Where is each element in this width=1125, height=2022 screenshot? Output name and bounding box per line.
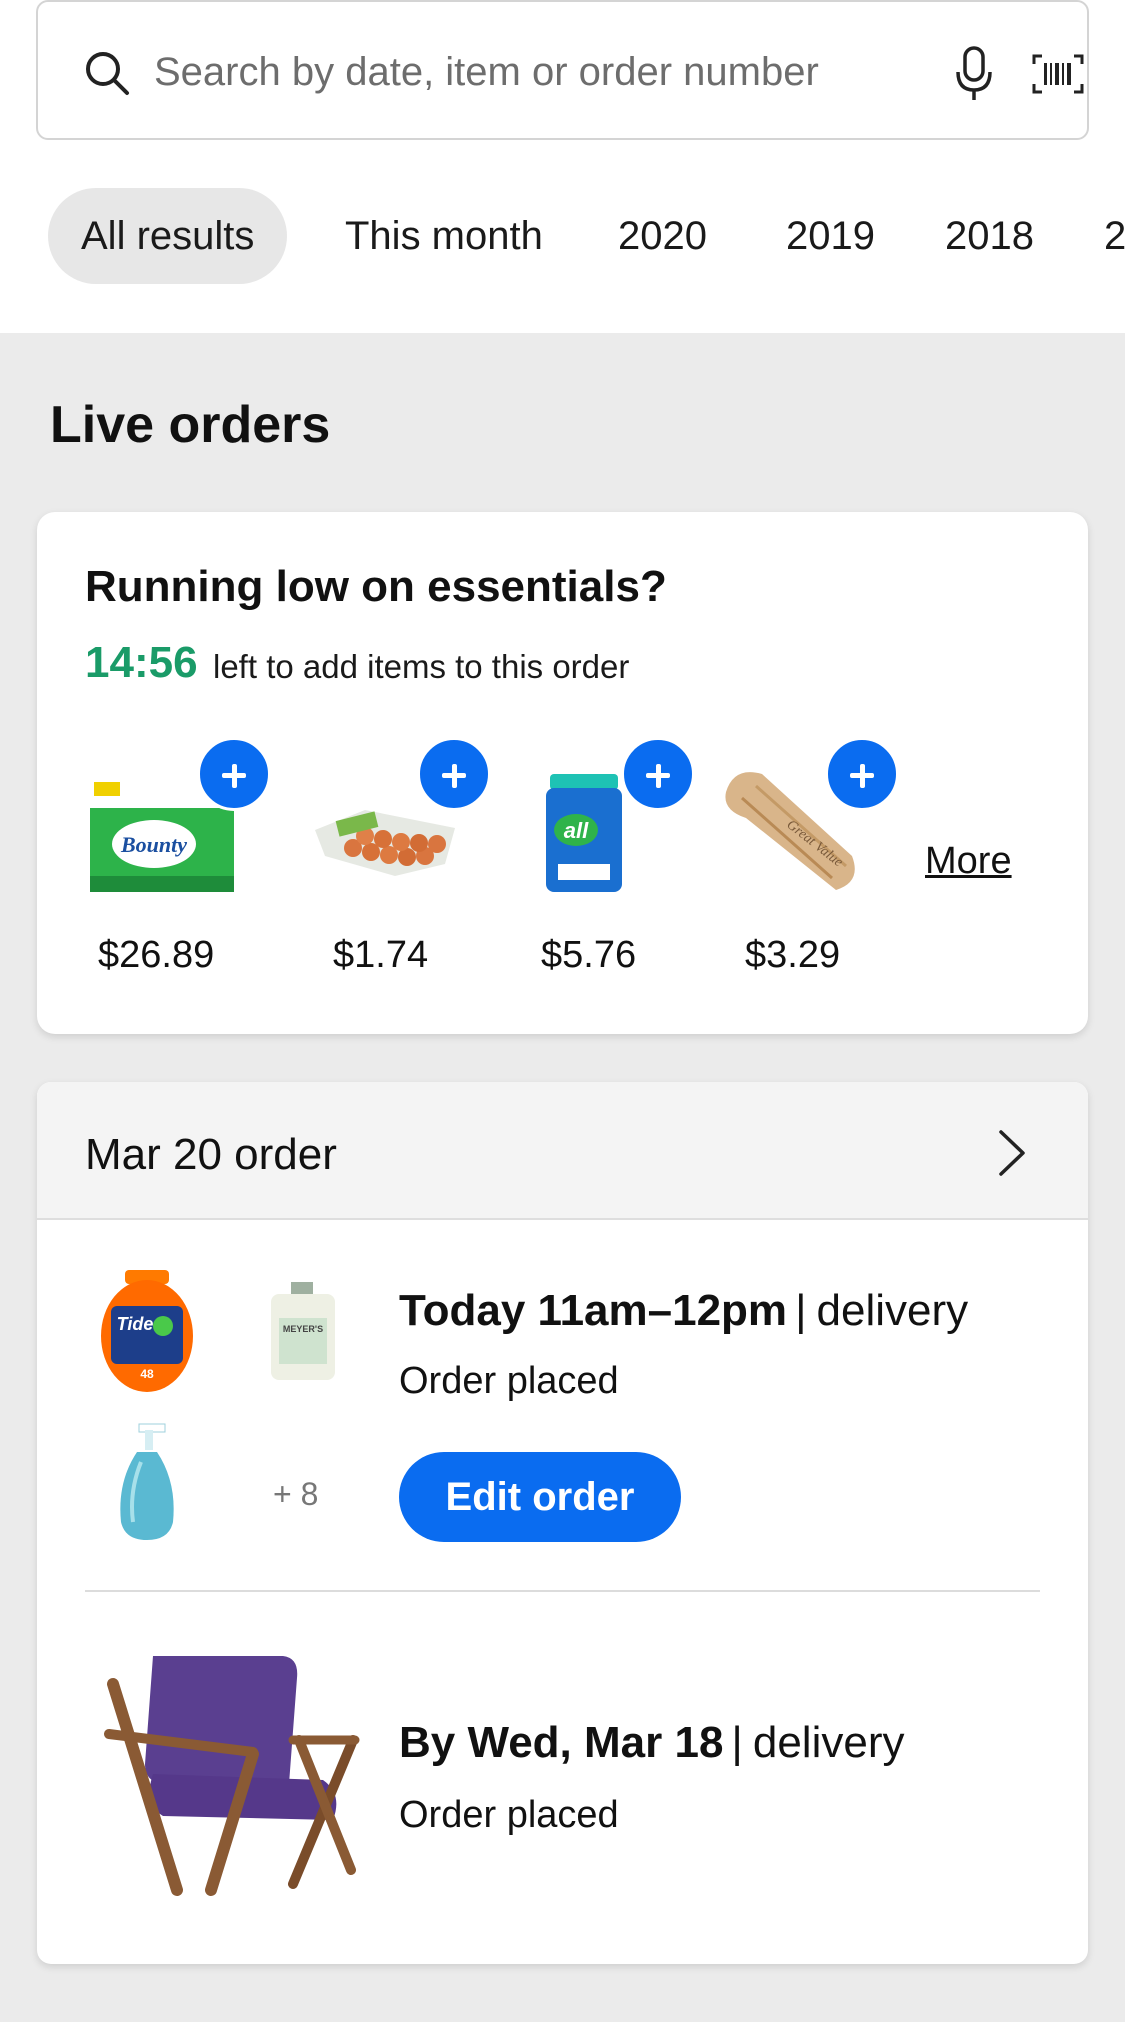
- price-laundry-detergent: $5.76: [541, 934, 637, 976]
- furniture-slot-separator: |: [731, 1718, 743, 1767]
- filter-chip-2018[interactable]: 2018: [912, 188, 1067, 284]
- countdown-note: left to add items to this order: [213, 648, 630, 685]
- search-icon[interactable]: [82, 48, 132, 98]
- live-orders-heading: Live orders: [50, 396, 331, 454]
- search-bar[interactable]: Search by date, item or order number: [36, 0, 1089, 140]
- essentials-title: Running low on essentials?: [85, 562, 667, 611]
- order-date-label: Mar 20 order: [85, 1130, 337, 1179]
- price-bread: $3.29: [745, 934, 841, 976]
- detergent-pods-image: Tide 48: [101, 1270, 193, 1392]
- date-filter-chips: All results This month 2020 2019 2018 2: [0, 188, 1125, 286]
- filter-chip-2019[interactable]: 2019: [753, 188, 908, 284]
- grocery-order-status: Order placed: [399, 1360, 619, 1402]
- add-paper-towels-button[interactable]: [197, 737, 271, 811]
- countdown-timer: 14:56: [85, 638, 198, 687]
- microphone-icon[interactable]: [952, 46, 996, 102]
- essentials-card: Running low on essentials? 14:56 left to…: [37, 512, 1088, 1034]
- armchair-image: [104, 1656, 360, 1896]
- price-eggs: $1.74: [333, 934, 429, 976]
- order-card: Mar 20 order Tide 48 MEYER'S + 8 Today 1…: [37, 1082, 1088, 1964]
- furniture-delivery-slot: By Wed, Mar 18 | delivery: [399, 1718, 904, 1768]
- svg-text:Bounty: Bounty: [120, 832, 187, 857]
- chevron-right-icon[interactable]: [997, 1128, 1027, 1178]
- grocery-slot-time: Today 11am–12pm: [399, 1286, 788, 1335]
- edit-order-button[interactable]: Edit order: [399, 1452, 681, 1542]
- svg-text:Tide: Tide: [117, 1314, 154, 1334]
- add-laundry-detergent-button[interactable]: [621, 737, 695, 811]
- soap-refill-image: MEYER'S: [271, 1282, 335, 1380]
- extra-items-count: + 8: [273, 1476, 319, 1512]
- grocery-slot-separator: |: [795, 1286, 807, 1335]
- more-essentials-link[interactable]: More: [925, 840, 1012, 883]
- filter-chip-all-results[interactable]: All results: [48, 188, 288, 284]
- grocery-slot-method: delivery: [816, 1286, 969, 1335]
- furniture-order-status: Order placed: [399, 1794, 619, 1836]
- furniture-slot-date: By Wed, Mar 18: [399, 1718, 724, 1767]
- hand-soap-image: [120, 1423, 174, 1540]
- svg-text:MEYER'S: MEYER'S: [283, 1324, 323, 1334]
- add-eggs-button[interactable]: [417, 737, 491, 811]
- order-divider: [85, 1590, 1040, 1592]
- furniture-slot-method: delivery: [752, 1718, 905, 1767]
- filter-chip-2017-partial[interactable]: 2: [1071, 188, 1125, 284]
- price-paper-towels: $26.89: [98, 934, 215, 976]
- grocery-delivery-slot: Today 11am–12pm | delivery: [399, 1286, 968, 1336]
- barcode-icon[interactable]: [1032, 54, 1084, 94]
- order-header[interactable]: Mar 20 order: [37, 1082, 1088, 1220]
- svg-text:all: all: [564, 818, 589, 843]
- add-bread-button[interactable]: [825, 737, 899, 811]
- top-bar: Search by date, item or order number All…: [0, 0, 1125, 333]
- filter-chip-this-month[interactable]: This month: [312, 188, 576, 284]
- filter-chip-2020[interactable]: 2020: [585, 188, 740, 284]
- svg-text:48: 48: [140, 1367, 154, 1381]
- search-placeholder[interactable]: Search by date, item or order number: [154, 50, 819, 95]
